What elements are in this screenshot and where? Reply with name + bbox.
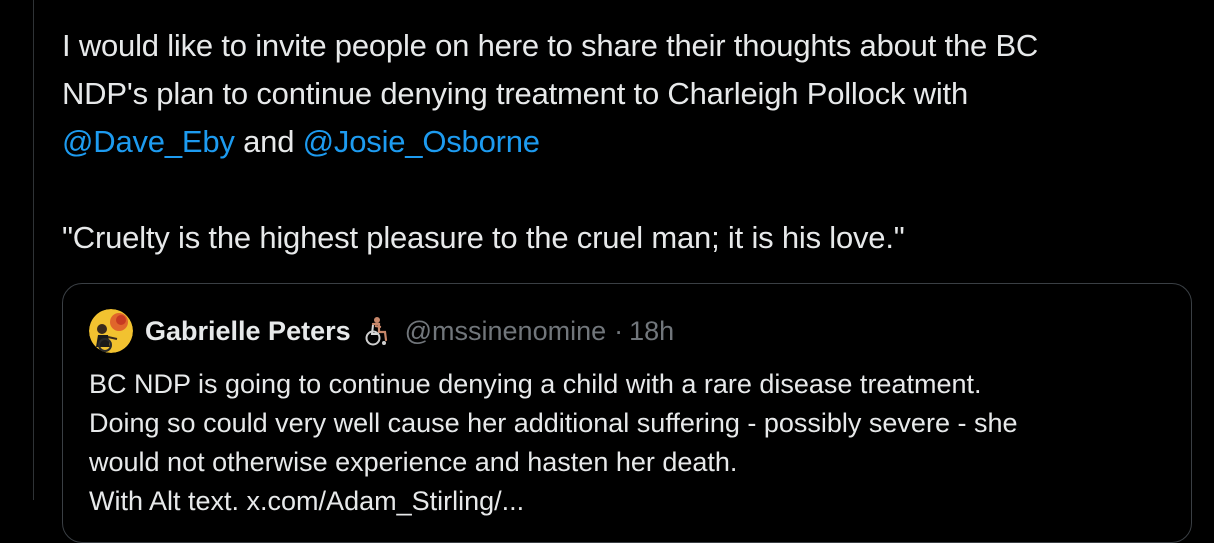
tweet-quote-line: "Cruelty is the highest pleasure to the …	[62, 220, 905, 255]
avatar-icon[interactable]	[89, 309, 133, 353]
quoted-author-handle[interactable]: @mssinenomine	[405, 316, 607, 347]
quoted-line: would not otherwise experience and haste…	[89, 447, 738, 477]
quoted-line: With Alt text. x.com/Adam_Stirling/...	[89, 486, 525, 516]
tweet-line: I would like to invite people on here to…	[62, 28, 1039, 63]
mention-josie-osborne-link[interactable]: @Josie_Osborne	[303, 124, 540, 159]
wheelchair-icon	[361, 316, 391, 346]
quoted-tweet-header: Gabrielle Peters @mssinenomine · 18h	[89, 309, 674, 353]
thread-connector-line	[33, 0, 34, 500]
quoted-tweet-body: BC NDP is going to continue denying a ch…	[89, 365, 1179, 521]
tweet-mention-line: @Dave_Eby and @Josie_Osborne	[62, 118, 1202, 166]
quoted-tweet-card[interactable]: Gabrielle Peters @mssinenomine · 18h BC …	[62, 283, 1192, 543]
quoted-line: Doing so could very well cause her addit…	[89, 408, 1018, 438]
meta-separator: ·	[614, 315, 624, 346]
tweet-body: I would like to invite people on here to…	[62, 22, 1202, 262]
mention-dave-eby-link[interactable]: @Dave_Eby	[62, 124, 235, 159]
tweet-line: NDP's plan to continue denying treatment…	[62, 76, 968, 111]
mention-connector: and	[234, 124, 303, 159]
quoted-author-name[interactable]: Gabrielle Peters	[145, 316, 351, 347]
quoted-timestamp[interactable]: 18h	[629, 316, 674, 347]
quoted-line: BC NDP is going to continue denying a ch…	[89, 369, 982, 399]
